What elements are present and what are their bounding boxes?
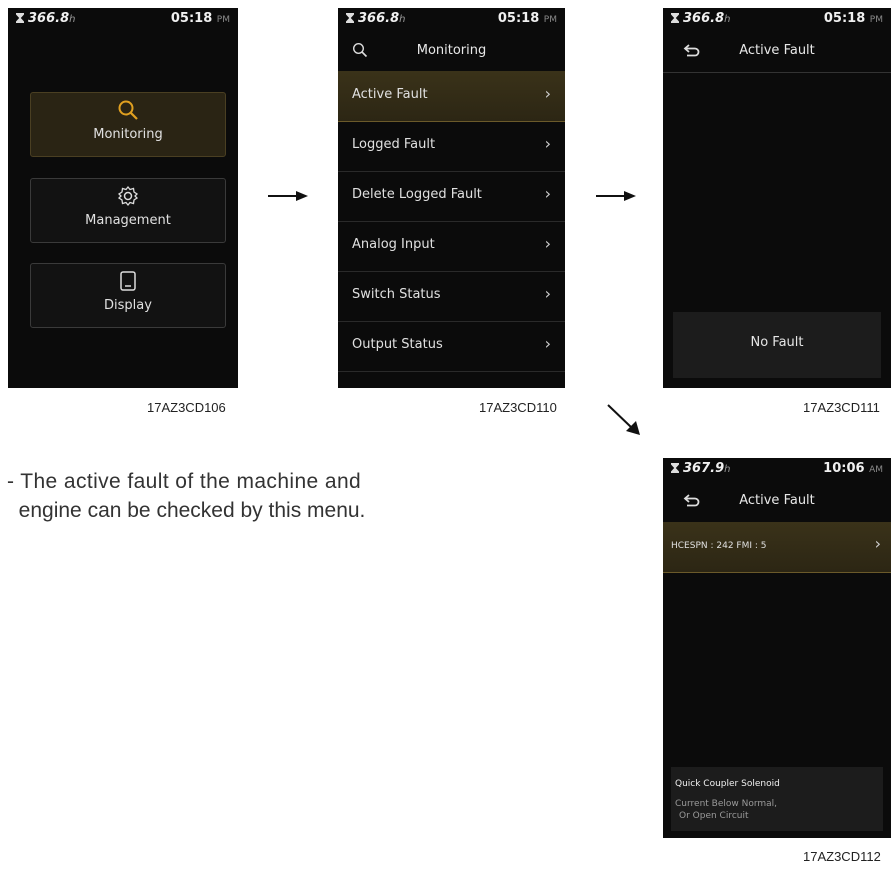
hourglass-icon (671, 13, 679, 23)
fault-detail-line2: Or Open Circuit (679, 811, 749, 821)
hourglass-icon (16, 13, 24, 23)
chevron-right-icon: › (544, 84, 551, 103)
fault-row[interactable]: HCESPN : 242 FMI : 5 › (663, 522, 891, 573)
chevron-right-icon: › (544, 134, 551, 153)
screen-header: Active Fault (663, 486, 891, 516)
menu-item-switch-status[interactable]: Switch Status › (338, 271, 565, 322)
screen-header: Monitoring (338, 36, 565, 66)
hours-unit: h (724, 464, 731, 475)
menu-item-logged-fault[interactable]: Logged Fault › (338, 121, 565, 172)
clock-ampm: AM (869, 465, 883, 475)
no-fault-message: No Fault (750, 335, 804, 350)
clock-time: 05:18 (170, 11, 213, 26)
tile-label: Display (104, 298, 152, 313)
menu-item-label: Delete Logged Fault (352, 187, 482, 202)
caption-s3: 17AZ3CD111 (803, 400, 880, 415)
clock-time: 05:18 (823, 11, 866, 26)
hours-value: 367.9 (683, 461, 725, 476)
fault-detail-line1: Current Below Normal, (675, 799, 778, 809)
search-icon (31, 99, 225, 125)
menu-item-label: Switch Status (352, 287, 441, 302)
screen-active-fault-list: 367.9h 10:06 AM Active Fault HCESPN : 24… (663, 458, 891, 838)
screen-active-fault-empty: 366.8h 05:18 PM Active Fault No Fault (663, 8, 891, 388)
hourglass-icon (346, 13, 354, 23)
tile-label: Monitoring (93, 127, 163, 142)
page-title: Monitoring (416, 43, 487, 58)
tablet-icon (31, 270, 225, 296)
status-bar: 367.9h 10:06 AM (663, 458, 891, 480)
tile-display[interactable]: Display (30, 263, 226, 328)
hours-unit: h (724, 14, 731, 25)
description-line1: - The active fault of the machine and (7, 470, 362, 493)
hour-meter: 366.8h (671, 11, 730, 26)
screen-monitoring: 366.8h 05:18 PM Monitoring Active Fault ›… (338, 8, 565, 388)
hour-meter: 366.8h (346, 11, 405, 26)
menu-item-label: Active Fault (352, 87, 428, 102)
clock: 10:06 AM (823, 461, 883, 476)
tile-label: Management (85, 213, 171, 228)
caption-s1: 17AZ3CD106 (147, 400, 226, 415)
clock-time: 10:06 (823, 461, 865, 476)
menu-item-active-fault[interactable]: Active Fault › (338, 71, 565, 122)
menu-item-output-status[interactable]: Output Status › (338, 321, 565, 372)
menu-item-label: Analog Input (352, 237, 435, 252)
arrow-down-right-icon (607, 404, 640, 435)
hours-unit: h (69, 14, 76, 25)
fault-detail-title: Quick Coupler Solenoid (675, 779, 780, 789)
fault-code: HCESPN : 242 FMI : 5 (671, 541, 767, 551)
clock-ampm: PM (216, 15, 230, 25)
page-title: Active Fault (739, 493, 815, 508)
hours-value: 366.8 (358, 11, 400, 26)
menu-item-label: Logged Fault (352, 137, 436, 152)
page-title: Active Fault (739, 43, 815, 58)
chevron-right-icon: › (544, 284, 551, 303)
screen-header: Active Fault (663, 36, 891, 73)
arrow-right-icon (596, 191, 636, 201)
hour-meter: 366.8h (16, 11, 75, 26)
clock-ampm: PM (543, 15, 557, 25)
chevron-right-icon: › (544, 234, 551, 253)
clock-ampm: PM (869, 15, 883, 25)
hours-value: 366.8 (28, 11, 70, 26)
chevron-right-icon: › (544, 184, 551, 203)
clock: 05:18 PM (498, 11, 557, 26)
hourglass-icon (671, 463, 679, 473)
gear-icon (31, 185, 225, 211)
fault-detail-panel: Quick Coupler Solenoid Current Below Nor… (671, 767, 883, 831)
chevron-right-icon: › (874, 534, 881, 553)
status-bar: 366.8h 05:18 PM (8, 8, 238, 30)
menu-item-label: Output Status (352, 337, 443, 352)
screen-main-menu: 366.8h 05:18 PM Monitoring Management Di… (8, 8, 238, 388)
clock: 05:18 PM (824, 11, 883, 26)
description-line2: engine can be checked by this menu. (7, 499, 366, 522)
clock: 05:18 PM (171, 11, 230, 26)
tile-monitoring[interactable]: Monitoring (30, 92, 226, 157)
arrow-right-icon (268, 191, 308, 201)
chevron-right-icon: › (544, 334, 551, 353)
tile-management[interactable]: Management (30, 178, 226, 243)
hour-meter: 367.9h (671, 461, 730, 476)
hours-unit: h (399, 14, 406, 25)
caption-s2: 17AZ3CD110 (479, 400, 557, 415)
caption-s4: 17AZ3CD112 (803, 849, 881, 864)
clock-time: 05:18 (497, 11, 540, 26)
menu-item-delete-logged-fault[interactable]: Delete Logged Fault › (338, 171, 565, 222)
menu-item-analog-input[interactable]: Analog Input › (338, 221, 565, 272)
hours-value: 366.8 (683, 11, 725, 26)
status-bar: 366.8h 05:18 PM (663, 8, 891, 30)
status-bar: 366.8h 05:18 PM (338, 8, 565, 30)
